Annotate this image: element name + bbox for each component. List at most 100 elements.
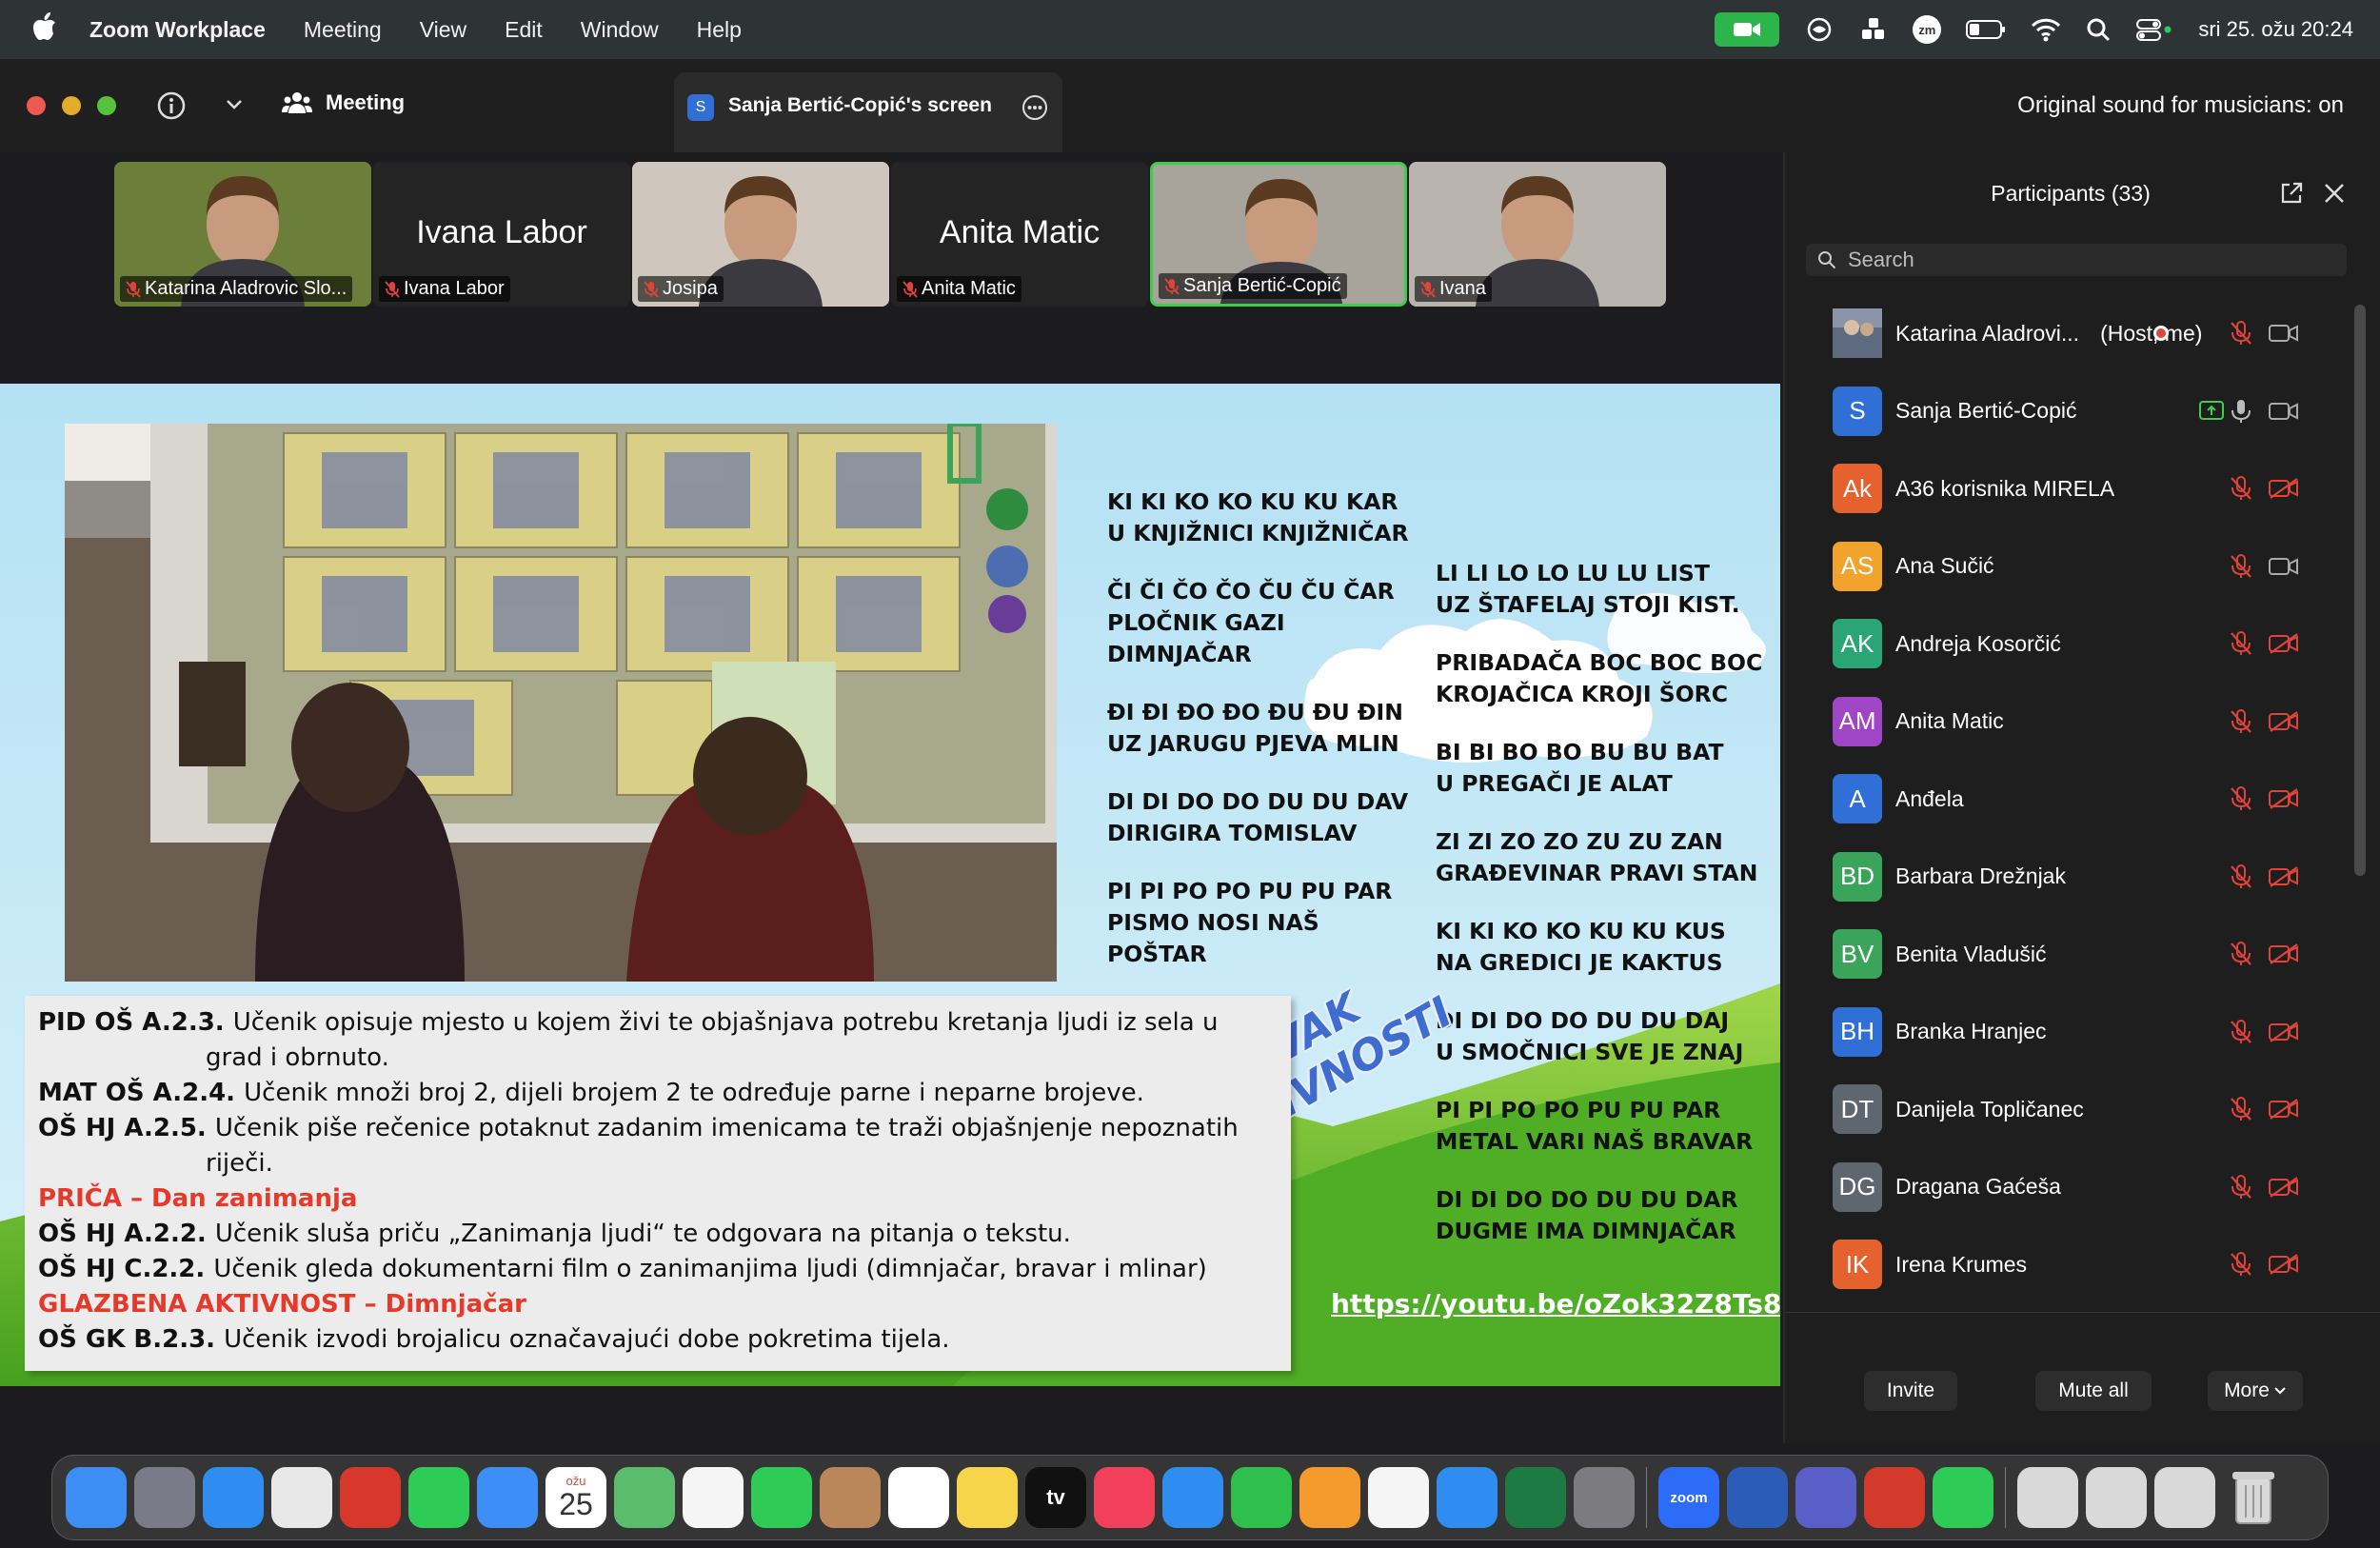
reminders-icon[interactable] [888,1467,949,1528]
screenshot-3-icon[interactable] [2154,1467,2215,1528]
calendar-icon[interactable]: ožu 25 [545,1467,606,1528]
messages-icon[interactable] [408,1467,469,1528]
youtube-link[interactable]: https://youtu.be/oZok32Z8Ts8 [1331,1288,1780,1320]
mute-all-button[interactable]: Mute all [2035,1371,2152,1411]
menu-app-name[interactable]: Zoom Workplace [89,17,266,43]
acrobat-icon[interactable] [1864,1467,1925,1528]
numbers-icon[interactable] [1231,1467,1292,1528]
menu-edit[interactable]: Edit [505,17,543,43]
battery-icon[interactable] [1966,19,2006,40]
mail-icon[interactable] [477,1467,538,1528]
zoom-icon[interactable]: zoom [1658,1467,1719,1528]
minimize-window-button[interactable] [62,96,81,115]
word-icon[interactable] [1727,1467,1788,1528]
search-field[interactable]: Search [1806,244,2347,276]
freeform-icon[interactable] [1368,1467,1429,1528]
maps-icon[interactable] [614,1467,675,1528]
screenshot-2-icon[interactable] [2086,1467,2147,1528]
control-center-apps-icon[interactable] [1859,15,1888,44]
poem-stanza: KI KI KO KO KU KU KAR U KNJIŽNICI KNJIŽNI… [1107,486,1412,549]
chevron-down-icon[interactable] [225,97,244,112]
recording-icon [2153,326,2169,341]
invite-button[interactable]: Invite [1864,1371,1957,1411]
participant-row[interactable]: Katarina Aladrovi... (Host, me) [1833,301,2347,366]
app-store-icon[interactable] [1437,1467,1497,1528]
participant-row[interactable]: AS Ana Sučić [1833,534,2347,599]
host-photo [1833,308,1882,358]
video-tile[interactable]: Ivana [1409,162,1666,307]
apple-menu-icon[interactable] [32,11,57,48]
whatsapp-icon[interactable] [1933,1467,1993,1528]
outcome-item: OŠ GK B.2.3. Učenik izvodi brojalicu ozn… [38,1322,1291,1358]
participant-row[interactable]: Ak A36 korisnika MIRELA [1833,456,2347,521]
participant-avatar: AK [1833,619,1882,668]
outcomes-list: PID OŠ A.2.3. Učenik opisuje mjesto u ko… [38,1005,1291,1358]
video-tile[interactable]: Ivana Labor Ivana Labor [373,162,630,307]
more-options-icon[interactable] [1021,93,1049,122]
meeting-tab[interactable]: Meeting [282,90,405,115]
participant-row[interactable]: BH Branka Hranjec [1833,1000,2347,1064]
participant-name: Andreja Kosorčić [1895,630,2061,656]
chrome-icon[interactable] [271,1467,332,1528]
teams-icon[interactable] [1795,1467,1856,1528]
keynote-icon[interactable] [1162,1467,1223,1528]
zoom-menubar-icon[interactable]: zm [1913,15,1942,44]
safari-icon[interactable] [203,1467,264,1528]
participant-avatar: AS [1833,541,1882,591]
pages-icon[interactable] [1299,1467,1360,1528]
wifi-icon[interactable] [2031,17,2061,42]
participant-row[interactable]: BD Barbara Drežnjak [1833,844,2347,909]
participant-row[interactable]: AM Anita Matic [1833,689,2347,754]
menu-meeting[interactable]: Meeting [304,17,382,43]
more-button[interactable]: More [2208,1371,2303,1411]
spotlight-search-icon[interactable] [2086,17,2111,42]
close-panel-icon[interactable] [2323,182,2346,205]
info-icon[interactable] [156,90,187,121]
video-tile[interactable]: Josipa [632,162,889,307]
participant-row[interactable]: DT Danijela Topličanec [1833,1077,2347,1141]
system-settings-icon[interactable] [1574,1467,1635,1528]
photos-icon[interactable] [683,1467,744,1528]
participant-row[interactable]: A Anđela [1833,766,2347,831]
facetime-icon[interactable] [751,1467,812,1528]
contacts-icon[interactable] [820,1467,881,1528]
poem-line: PI PI PO PO PU PU PAR [1436,1097,1721,1123]
zoom-window-button[interactable] [97,96,116,115]
music-icon[interactable] [1094,1467,1155,1528]
trash-icon[interactable] [2223,1467,2284,1528]
screen-mirror-icon[interactable] [1804,16,1835,43]
notes-icon[interactable] [957,1467,1018,1528]
excel-icon[interactable] [1505,1467,1566,1528]
menu-help[interactable]: Help [697,17,742,43]
menubar-clock[interactable]: sri 25. ožu 20:24 [2198,17,2353,42]
participants-scrollbar[interactable] [2354,305,2366,876]
video-tile[interactable]: Anita Matic Anita Matic [891,162,1148,307]
original-sound-status[interactable]: Original sound for musicians: on [2017,92,2344,119]
tv-icon[interactable]: tv [1025,1467,1086,1528]
zoom-camera-status-icon[interactable] [1715,12,1780,47]
outcome-heading: PRIČA – Dan zanimanja [38,1184,358,1213]
menu-view[interactable]: View [420,17,466,43]
finder-icon[interactable] [66,1467,127,1528]
control-center-icon[interactable] [2135,17,2173,42]
zotero-icon[interactable] [340,1467,401,1528]
video-tile[interactable]: Sanja Bertić-Copić [1150,162,1407,307]
launchpad-icon[interactable] [134,1467,195,1528]
participant-row[interactable]: DG Dragana Gaćeša [1833,1155,2347,1220]
popout-icon[interactable] [2279,181,2304,206]
screen-share-tab[interactable]: S Sanja Bertić-Copić's screen [674,72,1062,152]
participant-row[interactable]: BV Benita Vladušić [1833,922,2347,986]
close-window-button[interactable] [27,96,46,115]
participant-row[interactable]: IK Irena Krumes [1833,1232,2347,1297]
video-icon [2269,402,2298,420]
participant-row[interactable]: S Sanja Bertić-Copić [1833,379,2347,444]
muted-mic-icon [1420,280,1436,298]
screenshot-1-icon[interactable] [2017,1467,2078,1528]
participant-row[interactable]: AK Andreja Kosorčić [1833,611,2347,676]
video-off-icon [2269,788,2298,809]
learning-outcomes-box: PID OŠ A.2.3. Učenik opisuje mjesto u ko… [25,996,1291,1371]
outcome-text: Učenik piše rečenice potaknut zadanim im… [214,1114,1239,1142]
video-tile[interactable]: Katarina Aladrovic Slo... [114,162,371,307]
participant-name-display: Anita Matic [939,214,1101,250]
menu-window[interactable]: Window [581,17,659,43]
